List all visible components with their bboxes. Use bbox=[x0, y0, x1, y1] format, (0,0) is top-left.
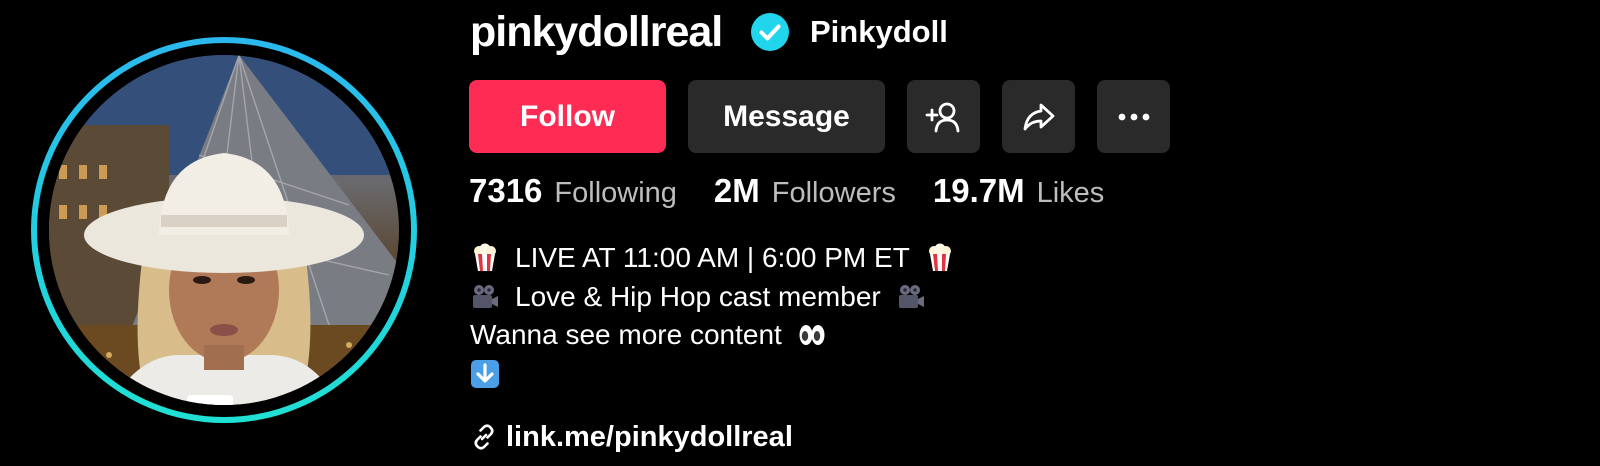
message-button[interactable]: Message bbox=[688, 80, 885, 153]
down-arrow-icon bbox=[471, 359, 499, 388]
stat-value: 2M bbox=[713, 172, 760, 209]
stat-following[interactable]: 7316 Following bbox=[469, 172, 677, 210]
bio: LIVE AT 11:00 AM | 6:00 PM ET Love & Hip… bbox=[470, 239, 955, 393]
display-name: Pinkydoll bbox=[810, 14, 948, 49]
movie-camera-icon bbox=[898, 284, 924, 308]
bio-line: LIVE AT 11:00 AM | 6:00 PM ET bbox=[470, 239, 955, 278]
avatar-image bbox=[49, 55, 399, 405]
share-icon bbox=[1023, 103, 1054, 130]
bio-line: Love & Hip Hop cast member bbox=[470, 278, 955, 317]
eyes-icon bbox=[799, 325, 825, 346]
username: pinkydollreal bbox=[470, 8, 723, 56]
follow-button[interactable]: Follow bbox=[469, 80, 666, 153]
share-button[interactable] bbox=[1002, 80, 1075, 153]
bio-text: Wanna see more content bbox=[470, 319, 782, 350]
profile-link[interactable]: link.me/pinkydollreal bbox=[470, 415, 793, 459]
stat-label: Following bbox=[554, 177, 677, 209]
avatar-ring bbox=[31, 37, 417, 423]
verified-badge-icon bbox=[751, 13, 789, 51]
avatar-gap bbox=[37, 43, 411, 417]
stat-label: Followers bbox=[771, 177, 896, 209]
more-icon bbox=[1118, 113, 1149, 120]
popcorn-icon bbox=[474, 243, 496, 272]
stat-label: Likes bbox=[1036, 177, 1105, 209]
stat-value: 7316 bbox=[469, 172, 543, 209]
profile-stats: 7316 Following 2M Followers 19.7M Likes bbox=[469, 172, 1141, 222]
avatar[interactable] bbox=[49, 55, 399, 405]
add-friend-button[interactable] bbox=[907, 80, 980, 153]
popcorn-icon bbox=[928, 243, 951, 272]
bio-line: Wanna see more content bbox=[470, 316, 955, 355]
profile-link-text: link.me/pinkydollreal bbox=[506, 421, 793, 453]
add-friend-icon bbox=[925, 102, 959, 132]
stat-followers[interactable]: 2M Followers bbox=[714, 172, 896, 210]
stat-value: 19.7M bbox=[932, 172, 1025, 209]
stat-likes: 19.7M Likes bbox=[933, 172, 1104, 210]
more-button[interactable] bbox=[1097, 80, 1170, 153]
link-icon bbox=[474, 424, 494, 450]
bio-line bbox=[470, 355, 955, 394]
bio-text: Love & Hip Hop cast member bbox=[515, 280, 881, 312]
movie-camera-icon bbox=[473, 284, 498, 308]
bio-text: LIVE AT 11:00 AM | 6:00 PM ET bbox=[515, 242, 910, 273]
